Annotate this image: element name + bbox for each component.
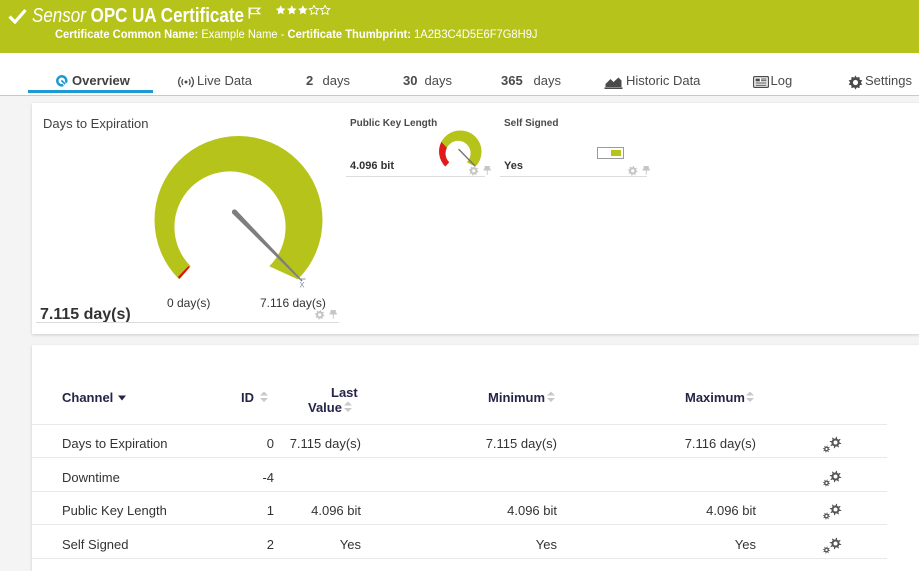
- svg-text:x: x: [300, 280, 305, 291]
